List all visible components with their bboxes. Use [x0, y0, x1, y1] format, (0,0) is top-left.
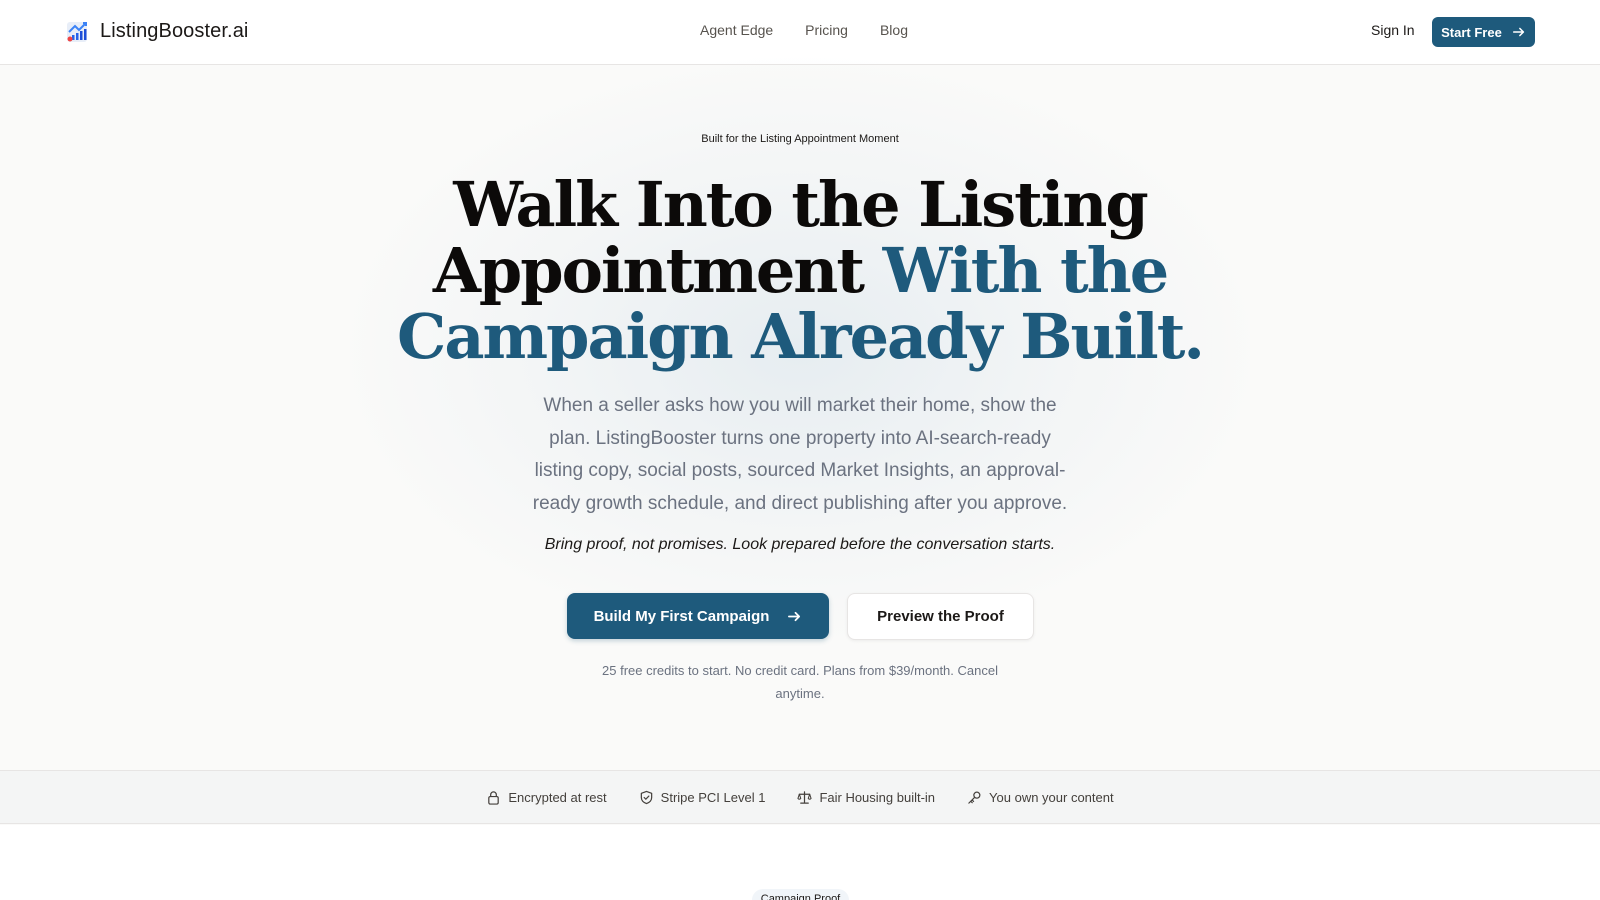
top-navbar: ListingBooster.ai Agent Edge Pricing Blo…	[0, 0, 1600, 65]
lock-icon	[488, 790, 500, 805]
brand[interactable]: ListingBooster.ai	[66, 18, 248, 44]
hero-tagline: Bring proof, not promises. Look prepared…	[544, 536, 1056, 553]
scale-icon	[797, 790, 813, 804]
build-campaign-label: Build My First Campaign	[593, 607, 770, 625]
headline-line-3-accent: Campaign Already Built.	[397, 300, 1205, 373]
trust-item-fair-housing: Fair Housing built-in	[797, 790, 935, 805]
headline-line-2-plain: Appointment	[432, 234, 865, 307]
build-campaign-button[interactable]: Build My First Campaign	[567, 593, 829, 639]
preview-proof-label: Preview the Proof	[877, 608, 1004, 625]
preview-proof-button[interactable]: Preview the Proof	[847, 593, 1034, 640]
sign-in-link[interactable]: Sign In	[1371, 22, 1415, 38]
brand-name: ListingBooster.ai	[100, 19, 249, 42]
chart-house-logo-icon	[67, 22, 87, 42]
start-free-button[interactable]: Start Free	[1432, 17, 1535, 47]
hero-eyebrow: Built for the Listing Appointment Moment	[701, 133, 899, 145]
nav-blog[interactable]: Blog	[880, 22, 908, 38]
key-icon	[968, 791, 981, 804]
start-free-label: Start Free	[1441, 24, 1502, 40]
trust-item-ownership: You own your content	[967, 790, 1114, 805]
trust-label: Encrypted at rest	[508, 789, 607, 805]
trust-item-stripe: Stripe PCI Level 1	[639, 789, 766, 805]
main-nav: Agent Edge Pricing Blog	[700, 22, 908, 38]
hero-headline: Walk Into the Listing Appointment With t…	[0, 172, 1600, 370]
hero-subhead: When a seller asks how you will market t…	[532, 395, 1068, 514]
nav-agent-edge[interactable]: Agent Edge	[700, 22, 773, 38]
arrow-right-icon	[788, 611, 801, 621]
shield-check-icon	[640, 790, 652, 804]
trust-label: Stripe PCI Level 1	[660, 789, 766, 805]
headline-line-2-accent: With the	[882, 234, 1170, 307]
nav-pricing[interactable]: Pricing	[805, 22, 848, 38]
trust-bar: Encrypted at rest Stripe PCI Level 1 Fai…	[0, 770, 1600, 824]
arrow-right-icon	[1512, 27, 1525, 37]
trust-label: Fair Housing built-in	[819, 789, 936, 805]
trust-label: You own your content	[989, 789, 1114, 805]
pricing-fine-print: 25 free credits to start. No credit card…	[602, 663, 998, 701]
headline-line-1: Walk Into the Listing	[453, 168, 1149, 241]
trust-item-encryption: Encrypted at rest	[486, 789, 607, 805]
section-eyebrow-pill: Campaign Proof	[752, 889, 849, 900]
